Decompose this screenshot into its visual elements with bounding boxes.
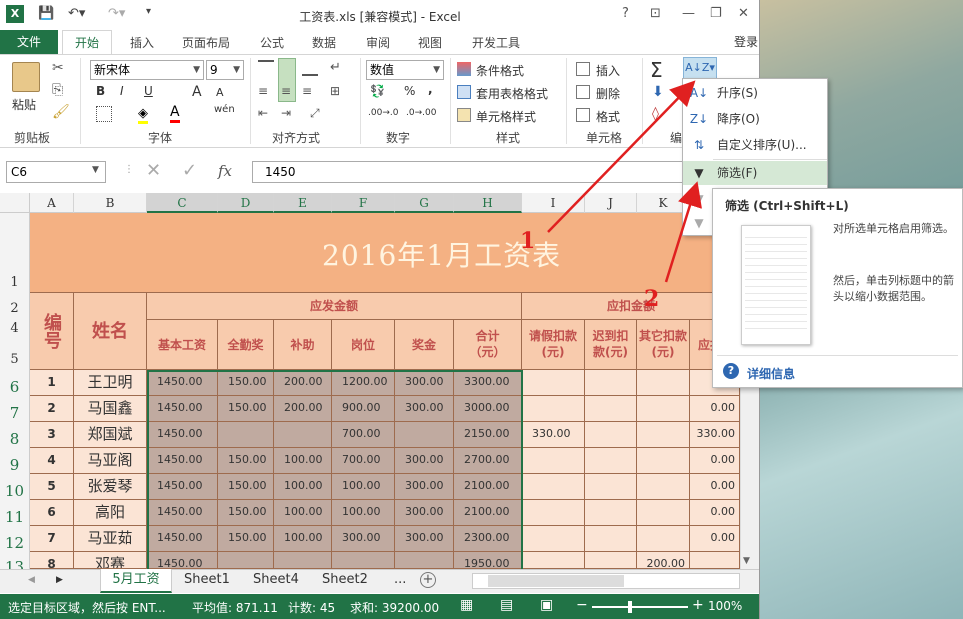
arrow-1 [547,80,696,233]
annotation-number-1: 1 [520,228,536,254]
annotation-arrows [547,80,702,283]
arrow-2 [664,181,702,283]
annotation-number-2: 2 [644,286,660,312]
